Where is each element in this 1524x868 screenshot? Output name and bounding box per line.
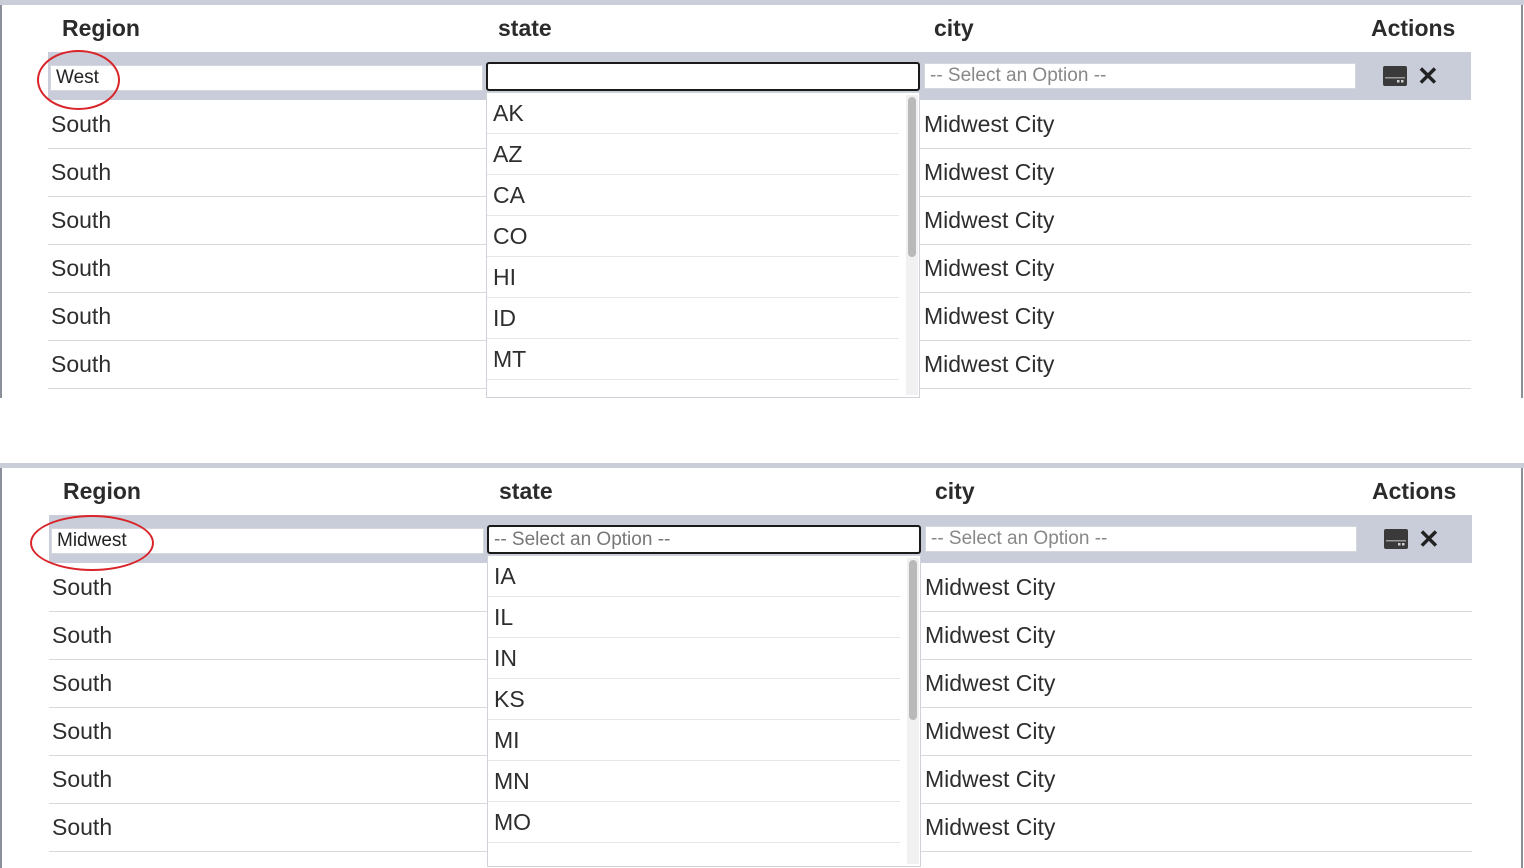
city-select[interactable]: -- Select an Option --	[924, 63, 1356, 89]
dropdown-option[interactable]: AZ	[487, 134, 899, 175]
dropdown-option[interactable]: CO	[487, 216, 899, 257]
save-icon[interactable]	[1383, 66, 1407, 86]
city-cell: Midwest City	[924, 351, 1055, 377]
close-icon[interactable]: ✕	[1417, 63, 1439, 89]
save-icon[interactable]	[1384, 529, 1408, 549]
dropdown-option[interactable]: KS	[488, 679, 900, 720]
dropdown-option[interactable]: IN	[488, 638, 900, 679]
scrollbar-thumb[interactable]	[909, 560, 917, 720]
region-cell: South	[51, 111, 112, 137]
column-header-city[interactable]: city	[935, 468, 975, 514]
state-dropdown-list[interactable]: AK AZ CA CO HI ID MT	[486, 92, 920, 398]
region-cell: South	[52, 670, 113, 696]
city-cell: Midwest City	[924, 111, 1055, 137]
column-header-region[interactable]: Region	[62, 5, 140, 51]
dropdown-scrollbar[interactable]	[907, 558, 919, 864]
dropdown-option[interactable]: IL	[488, 597, 900, 638]
city-select[interactable]: -- Select an Option --	[925, 526, 1357, 552]
city-cell: Midwest City	[924, 255, 1055, 281]
region-cell: South	[51, 207, 112, 233]
panel-border	[1521, 468, 1523, 868]
panel-border	[0, 468, 2, 868]
grid-panel-west: Region state city Actions West -- Select…	[0, 0, 1524, 398]
dropdown-scrollbar[interactable]	[906, 95, 918, 395]
dropdown-option[interactable]: MT	[487, 339, 899, 380]
column-header-actions: Actions	[1372, 478, 1457, 504]
region-cell: South	[51, 303, 112, 329]
dropdown-option[interactable]: HI	[487, 257, 899, 298]
column-header-city[interactable]: city	[934, 5, 974, 51]
column-header-state[interactable]: state	[498, 5, 552, 51]
city-cell: Midwest City	[925, 574, 1056, 600]
region-cell: South	[51, 159, 112, 185]
region-cell: South	[52, 622, 113, 648]
city-cell: Midwest City	[925, 766, 1056, 792]
dropdown-option[interactable]: CA	[487, 175, 899, 216]
region-cell: South	[51, 255, 112, 281]
dropdown-option[interactable]: AK	[487, 93, 899, 134]
region-cell: South	[52, 574, 113, 600]
region-cell: South	[52, 718, 113, 744]
city-cell: Midwest City	[925, 814, 1056, 840]
dropdown-option[interactable]: MI	[488, 720, 900, 761]
column-header-state[interactable]: state	[499, 468, 553, 514]
panel-border	[1521, 5, 1523, 398]
column-header-actions: Actions	[1371, 15, 1456, 41]
close-icon[interactable]: ✕	[1418, 526, 1440, 552]
city-cell: Midwest City	[924, 303, 1055, 329]
city-cell: Midwest City	[924, 159, 1055, 185]
column-header-region[interactable]: Region	[63, 468, 141, 514]
state-select[interactable]	[486, 62, 920, 91]
panel-border	[0, 5, 2, 398]
city-cell: Midwest City	[925, 670, 1056, 696]
dropdown-option[interactable]: ID	[487, 298, 899, 339]
state-select[interactable]: -- Select an Option --	[487, 525, 921, 554]
city-cell: Midwest City	[925, 622, 1056, 648]
region-cell: South	[52, 814, 113, 840]
dropdown-option[interactable]: MO	[488, 802, 900, 843]
highlight-circle	[30, 515, 154, 571]
region-cell: South	[52, 766, 113, 792]
region-cell: South	[51, 351, 112, 377]
dropdown-option[interactable]: MN	[488, 761, 900, 802]
grid-panel-midwest: Region state city Actions Midwest -- Sel…	[0, 463, 1524, 868]
dropdown-option[interactable]: IA	[488, 556, 900, 597]
state-dropdown-list[interactable]: IA IL IN KS MI MN MO	[487, 555, 921, 867]
city-cell: Midwest City	[925, 718, 1056, 744]
city-cell: Midwest City	[924, 207, 1055, 233]
scrollbar-thumb[interactable]	[908, 97, 916, 257]
